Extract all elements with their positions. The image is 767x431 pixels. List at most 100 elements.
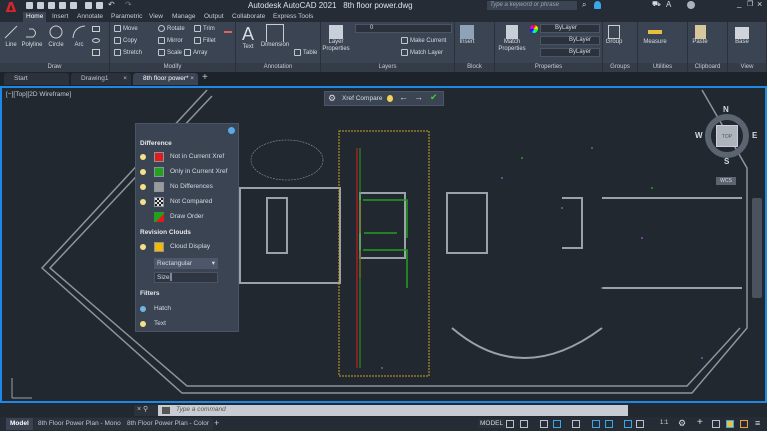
color-swatch[interactable]: [154, 182, 164, 192]
array-button[interactable]: Array: [184, 49, 207, 57]
auto-scale-icon[interactable]: [636, 420, 644, 428]
search-input[interactable]: Type a keyword or phrase: [487, 1, 577, 10]
line-button[interactable]: Line: [2, 25, 20, 49]
match-layer-button[interactable]: Match Layer: [401, 49, 443, 57]
compass-north[interactable]: N: [723, 105, 729, 114]
tab-output[interactable]: Output: [201, 12, 227, 22]
hatch-filter-row[interactable]: Hatch: [140, 303, 236, 315]
restore-icon[interactable]: ❐: [747, 0, 753, 8]
wcs-menu[interactable]: WCS: [716, 177, 736, 185]
text-button[interactable]: A Text: [238, 24, 258, 51]
linetype-dropdown[interactable]: ByLayer: [540, 36, 600, 45]
cloud-shape-dropdown[interactable]: Rectangular ▾: [154, 258, 218, 269]
tab-express-tools[interactable]: Express Tools: [270, 12, 316, 22]
draw-panel-title[interactable]: Draw: [0, 63, 109, 72]
paste-button[interactable]: Paste: [690, 25, 710, 46]
close-command-icon[interactable]: × ⚲: [134, 405, 158, 416]
rectangle-icon[interactable]: [92, 26, 100, 32]
previous-arrow-icon[interactable]: ←: [399, 92, 408, 102]
close-tab-icon[interactable]: ×: [123, 73, 127, 85]
only-in-current-xref-row[interactable]: Only in Current Xref: [140, 166, 236, 178]
viewcube-top-face[interactable]: TOP: [716, 125, 738, 147]
block-panel-title[interactable]: Block: [455, 63, 494, 72]
tab-8th-floor-power[interactable]: 8th floor power* ×: [133, 73, 198, 85]
cart-icon[interactable]: ⛟: [652, 0, 661, 9]
layer-properties-button[interactable]: Layer Properties: [321, 25, 351, 53]
draw-order-icon[interactable]: [154, 212, 164, 222]
mirror-button[interactable]: Mirror: [158, 37, 183, 45]
tab-collaborate[interactable]: Collaborate: [229, 12, 268, 22]
annotation-panel-title[interactable]: Annotation: [236, 63, 320, 72]
hatch-filter-icon[interactable]: [140, 306, 146, 312]
scale-button[interactable]: Scale: [158, 49, 182, 57]
stretch-button[interactable]: Stretch: [114, 49, 142, 57]
annotation-scale[interactable]: 1:1: [660, 420, 668, 426]
publish-icon[interactable]: [70, 2, 77, 9]
group-button[interactable]: Group: [605, 25, 623, 46]
tab-manage[interactable]: Manage: [169, 12, 199, 22]
minimize-icon[interactable]: _: [737, 0, 741, 8]
viewport-controls-label[interactable]: [−][Top][2D Wireframe]: [6, 91, 71, 98]
layer-dropdown[interactable]: 0: [355, 24, 452, 33]
circle-button[interactable]: Circle: [46, 25, 66, 49]
tab-drawing1[interactable]: Drawing1 ×: [71, 73, 131, 85]
close-tab-icon[interactable]: ×: [190, 73, 194, 85]
object-snap-tracking-icon[interactable]: [592, 420, 600, 428]
share-icon[interactable]: [85, 2, 92, 9]
lightbulb-icon[interactable]: [140, 154, 146, 160]
autodesk-app-icon[interactable]: A: [666, 0, 671, 9]
properties-panel-title[interactable]: Properties: [495, 63, 602, 72]
polyline-button[interactable]: Polyline: [20, 25, 44, 49]
open-icon[interactable]: [37, 2, 44, 9]
tab-home[interactable]: Home: [23, 12, 47, 22]
tab-start[interactable]: Start: [4, 73, 69, 85]
text-filter-icon[interactable]: [140, 321, 146, 327]
new-tab-icon[interactable]: +: [202, 72, 208, 83]
customization-menu-icon[interactable]: ≡: [755, 418, 760, 428]
help-icon[interactable]: [687, 1, 695, 9]
check-icon[interactable]: ✔: [430, 92, 438, 103]
annotation-visibility-icon[interactable]: [624, 420, 632, 428]
new-icon[interactable]: [26, 2, 33, 9]
no-differences-row[interactable]: No Differences: [140, 181, 236, 193]
modify-panel-title[interactable]: Modify: [110, 63, 235, 72]
command-input[interactable]: Type a command: [176, 406, 226, 413]
quick-properties-icon[interactable]: [726, 420, 734, 428]
add-layout-icon[interactable]: +: [214, 418, 219, 428]
checker-swatch[interactable]: [154, 197, 164, 207]
color-dropdown[interactable]: ByLayer: [540, 24, 600, 33]
tab-model[interactable]: Model: [6, 418, 33, 430]
annotation-monitor-icon[interactable]: +: [697, 417, 703, 428]
trim-button[interactable]: Trim: [194, 25, 215, 33]
tab-insert[interactable]: Insert: [49, 12, 71, 22]
rotate-button[interactable]: Rotate: [158, 25, 185, 33]
save-icon[interactable]: [48, 2, 55, 9]
copy-button[interactable]: Copy: [114, 37, 137, 45]
navigation-bar[interactable]: [752, 198, 762, 298]
view-panel-title[interactable]: View: [728, 63, 766, 72]
close-icon[interactable]: ×: [757, 0, 762, 9]
cloud-display-row[interactable]: Cloud Display: [140, 241, 236, 253]
clipboard-panel-title[interactable]: Clipboard: [688, 63, 727, 72]
tab-view[interactable]: View: [146, 12, 166, 22]
hatch-icon[interactable]: [92, 49, 100, 56]
pin-icon[interactable]: [228, 127, 235, 134]
isolate-objects-icon[interactable]: [740, 420, 748, 428]
lightbulb-icon[interactable]: [140, 184, 146, 190]
erase-icon[interactable]: [224, 25, 232, 33]
save-as-icon[interactable]: [59, 2, 66, 9]
compass-east[interactable]: E: [752, 131, 757, 140]
snap-icon[interactable]: [520, 420, 528, 428]
measure-button[interactable]: Measure: [640, 25, 670, 46]
color-swatch[interactable]: [154, 152, 164, 162]
units-icon[interactable]: [712, 420, 720, 428]
base-button[interactable]: Base: [732, 27, 752, 46]
user-icon[interactable]: [594, 1, 601, 9]
command-history-icon[interactable]: [162, 407, 170, 414]
redo-icon[interactable]: ↷: [125, 0, 132, 9]
size-slider[interactable]: Size: [154, 272, 218, 283]
tab-parametric[interactable]: Parametric: [108, 12, 145, 22]
search-icon[interactable]: ⌕: [582, 0, 586, 10]
tab-annotate[interactable]: Annotate: [74, 12, 106, 22]
insert-button[interactable]: Insert: [457, 25, 477, 46]
